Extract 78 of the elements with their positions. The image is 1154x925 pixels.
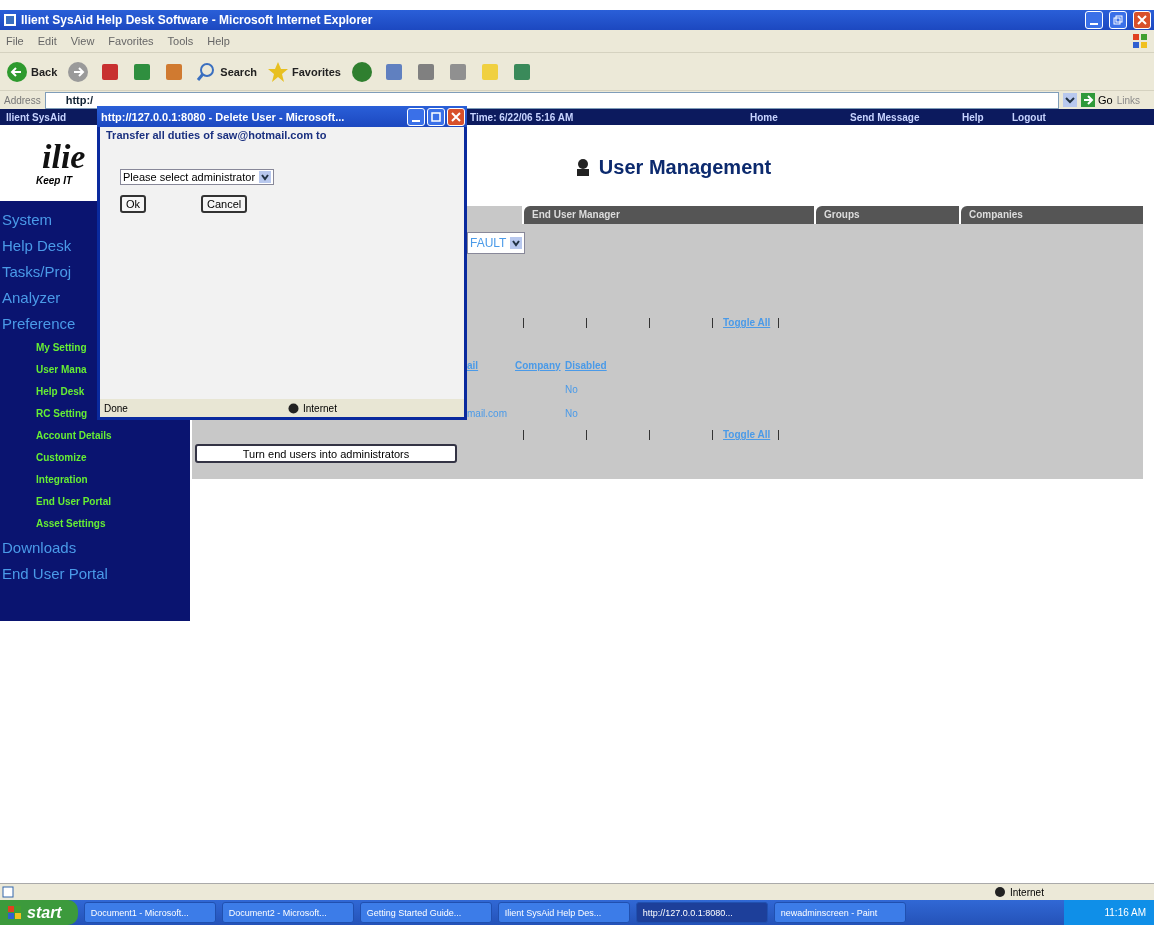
page-heading: User Management — [598, 157, 772, 177]
go-button[interactable]: Go — [1080, 93, 1113, 107]
taskbar-button[interactable]: Getting Started Guide... — [359, 902, 492, 923]
menu-item[interactable]: Help — [207, 35, 230, 47]
nav-link[interactable]: Logout — [1012, 111, 1046, 123]
close-icon — [451, 111, 461, 122]
zone-label: Internet — [303, 402, 337, 414]
sidebar-item[interactable]: End User Portal — [0, 491, 190, 513]
search-button[interactable]: Search — [193, 58, 259, 85]
taskbar-button[interactable]: Document2 - Microsoft... — [221, 902, 354, 923]
clock: 11:16 AM — [1064, 900, 1154, 925]
favorites-icon — [267, 60, 289, 83]
taskbar-button[interactable]: newadminscreen - Paint — [773, 902, 906, 923]
links-label[interactable]: Links — [1116, 94, 1140, 106]
close-button[interactable] — [1133, 11, 1151, 29]
nav-link[interactable]: Home — [750, 111, 778, 123]
dropdown-icon[interactable] — [1062, 93, 1077, 107]
tab[interactable]: Companies — [961, 206, 1143, 224]
popup-title: http://127.0.0.1:8080 - Delete User - Microsoft... — [101, 110, 345, 123]
sidebar-item[interactable]: End User Portal — [0, 561, 190, 587]
transfer-message: Transfer all duties of saw@hotmail.com to — [106, 129, 327, 141]
app-name: Ilient SysAid — [6, 111, 66, 123]
close-button[interactable] — [447, 107, 465, 126]
windows-logo-icon — [1132, 33, 1148, 49]
status-text: Done — [104, 402, 129, 414]
close-icon — [1137, 15, 1147, 25]
window-title: Ilient SysAid Help Desk Software - Microsoft Internet Explorer — [21, 13, 373, 27]
restore-icon — [1113, 15, 1123, 25]
taskbar-button[interactable]: Document1 - Microsoft... — [83, 902, 216, 923]
dropdown-icon — [510, 237, 523, 249]
minimize-icon — [412, 119, 420, 122]
browser-icon — [3, 13, 17, 27]
ok-button[interactable]: Ok — [120, 195, 147, 213]
taskbar-button[interactable]: Ilient SysAid Help Des... — [497, 902, 630, 923]
maximize-button[interactable] — [427, 107, 445, 126]
minimize-icon — [1090, 23, 1098, 25]
logo-tagline: Keep IT — [36, 175, 73, 186]
back-button[interactable]: Back — [4, 58, 60, 85]
menu-item[interactable]: Favorites — [108, 35, 154, 47]
back-icon — [6, 60, 28, 83]
menu-item[interactable]: Tools — [167, 35, 194, 47]
table-cell: mail.com — [467, 408, 507, 419]
table-cell: No — [565, 408, 578, 419]
nav-link[interactable]: Help — [962, 111, 984, 123]
sidebar-item[interactable]: Asset Settings — [0, 513, 190, 535]
table-cell: No — [565, 384, 578, 395]
convert-users-button[interactable]: Turn end users into administrators — [195, 444, 457, 463]
menu-item[interactable]: View — [70, 35, 95, 47]
address-label: Address — [4, 94, 41, 106]
sidebar-item[interactable]: Customize — [0, 447, 190, 469]
minimize-button[interactable] — [1085, 11, 1103, 29]
forward-icon — [67, 60, 90, 83]
favorites-button[interactable]: Favorites — [265, 58, 343, 85]
dropdown-icon — [259, 171, 272, 183]
filter-select[interactable]: FAULT — [467, 232, 526, 254]
taskbar-button[interactable]: http://127.0.0.1:8080... — [635, 902, 768, 923]
user-icon — [574, 158, 591, 176]
sidebar-item[interactable]: Integration — [0, 469, 190, 491]
nav-link[interactable]: Send Message — [850, 111, 920, 123]
administrator-select[interactable]: Please select administrator — [120, 169, 275, 185]
page-icon — [2, 886, 14, 898]
cancel-button[interactable]: Cancel — [201, 195, 248, 213]
menu-item[interactable]: File — [6, 35, 24, 47]
time-text: Time: 6/22/06 5:16 AM — [470, 111, 574, 123]
minimize-button[interactable] — [407, 107, 425, 126]
arrow-icon — [1080, 93, 1095, 107]
tab[interactable]: Groups — [816, 206, 959, 224]
windows-logo-icon — [8, 905, 22, 920]
logo: ilie — [42, 139, 86, 175]
maximize-icon — [431, 111, 441, 122]
start-button[interactable]: start — [0, 900, 78, 925]
address-field[interactable]: http:/ — [44, 91, 1059, 109]
restore-button[interactable] — [1109, 11, 1127, 29]
sidebar-item[interactable]: Downloads — [0, 535, 190, 561]
tab[interactable]: End User Manager — [524, 206, 814, 224]
menu-item[interactable]: Edit — [37, 35, 57, 47]
sidebar-item[interactable]: Account Details — [0, 425, 190, 447]
zone-label: Internet — [1010, 886, 1045, 898]
